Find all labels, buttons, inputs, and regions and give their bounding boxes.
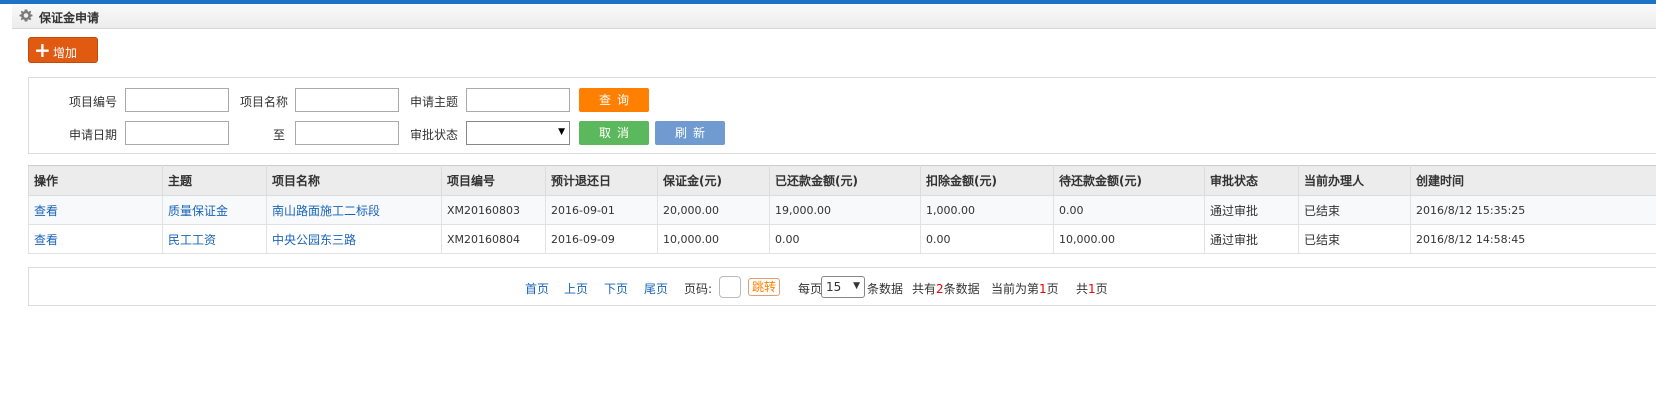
table-header-row: 操作 主题 项目名称 项目编号 预计退还日 保证金(元) 已还款金额(元) 扣除… (28, 165, 1656, 196)
apply-date-to-input[interactable] (295, 121, 399, 145)
created-time-cell: 2016/8/12 14:58:45 (1410, 224, 1656, 254)
column-header: 已还款金额(元) (769, 165, 921, 196)
handler-cell: 已结束 (1298, 224, 1411, 254)
column-header: 待还款金额(元) (1053, 165, 1205, 196)
total-count: 2 (936, 282, 944, 296)
column-header: 预计退还日 (545, 165, 658, 196)
column-header: 当前办理人 (1298, 165, 1411, 196)
next-page-link[interactable]: 下页 (604, 280, 628, 297)
subject-link[interactable]: 民工工资 (162, 224, 267, 254)
column-header: 主题 (162, 165, 267, 196)
apply-date-label: 申请日期 (69, 128, 118, 142)
pagination-bar: 首页 上页 下页 尾页 页码: 跳转 每页 15 ▼ 条数据 共有2条数据 当前… (28, 267, 1656, 306)
pending-cell: 10,000.00 (1053, 224, 1205, 254)
current-page-number: 1 (1039, 282, 1047, 296)
project-name-label: 项目名称 (240, 95, 289, 109)
search-panel: 项目编号 项目名称 申请主题 查询 申请日期 至 审批状态 ▼ 取消 刷新 (28, 77, 1656, 154)
project-code-input[interactable] (125, 88, 229, 112)
add-button[interactable]: + 增加 (28, 37, 98, 63)
created-time-cell: 2016/8/12 15:35:25 (1410, 195, 1656, 225)
current-suffix: 页 (1046, 282, 1059, 296)
pages-prefix: 共 (1076, 282, 1089, 296)
table-row: 查看 民工工资 中央公园东三路 XM20160804 2016-09-09 10… (28, 224, 1656, 254)
current-prefix: 当前为第 (991, 282, 1040, 296)
plus-icon: + (34, 38, 51, 62)
column-header: 扣除金额(元) (920, 165, 1054, 196)
status-cell: 通过审批 (1204, 224, 1299, 254)
query-button[interactable]: 查询 (579, 88, 649, 112)
dropdown-arrow-icon: ▼ (853, 281, 860, 291)
apply-date-from-input[interactable] (125, 121, 229, 145)
repaid-cell: 0.00 (769, 224, 921, 254)
data-table: 操作 主题 项目名称 项目编号 预计退还日 保证金(元) 已还款金额(元) 扣除… (28, 165, 1656, 254)
column-header: 审批状态 (1204, 165, 1299, 196)
total-records: 共有2条数据 (912, 280, 980, 297)
current-page-info: 当前为第1页 (991, 280, 1059, 297)
pages-suffix: 页 (1095, 282, 1108, 296)
deducted-cell: 1,000.00 (920, 195, 1054, 225)
date-range-to-label: 至 (273, 128, 286, 142)
pending-cell: 0.00 (1053, 195, 1205, 225)
total-pages-info: 共1页 (1076, 280, 1108, 297)
page-number-label: 页码: (684, 282, 713, 296)
total-prefix: 共有 (912, 282, 937, 296)
column-header: 操作 (28, 165, 163, 196)
handler-cell: 已结束 (1298, 195, 1411, 225)
subject-label: 申请主题 (410, 95, 459, 109)
jump-button[interactable]: 跳转 (748, 278, 780, 296)
per-page-value: 15 (826, 280, 842, 294)
add-button-label: 增加 (53, 46, 78, 60)
project-code-cell: XM20160804 (441, 224, 546, 254)
deposit-cell: 10,000.00 (657, 224, 770, 254)
project-name-input[interactable] (295, 88, 399, 112)
status-select[interactable]: ▼ (466, 121, 570, 145)
return-date-cell: 2016-09-01 (545, 195, 658, 225)
total-pages-count: 1 (1088, 282, 1096, 296)
per-page-suffix: 条数据 (867, 282, 904, 296)
cancel-button[interactable]: 取消 (579, 121, 649, 145)
project-code-label: 项目编号 (69, 95, 118, 109)
deposit-cell: 20,000.00 (657, 195, 770, 225)
subject-link[interactable]: 质量保证金 (162, 195, 267, 225)
total-suffix: 条数据 (943, 282, 980, 296)
last-page-link[interactable]: 尾页 (644, 280, 668, 297)
subject-input[interactable] (466, 88, 570, 112)
project-name-link[interactable]: 中央公园东三路 (266, 224, 442, 254)
per-page-prefix: 每页 (798, 282, 823, 296)
page-header: 保证金申请 (12, 4, 1656, 29)
dropdown-arrow-icon: ▼ (558, 127, 565, 137)
column-header: 创建时间 (1410, 165, 1656, 196)
page-title: 保证金申请 (39, 11, 100, 25)
project-name-link[interactable]: 南山路面施工二标段 (266, 195, 442, 225)
repaid-cell: 19,000.00 (769, 195, 921, 225)
project-code-cell: XM20160803 (441, 195, 546, 225)
refresh-button[interactable]: 刷新 (655, 121, 725, 145)
column-header: 保证金(元) (657, 165, 770, 196)
table-row: 查看 质量保证金 南山路面施工二标段 XM20160803 2016-09-01… (28, 195, 1656, 225)
per-page-select[interactable]: 15 ▼ (821, 276, 865, 298)
column-header: 项目编号 (441, 165, 546, 196)
status-label: 审批状态 (410, 128, 459, 142)
column-header: 项目名称 (266, 165, 442, 196)
page-number-input[interactable] (719, 276, 741, 298)
view-link[interactable]: 查看 (28, 195, 163, 225)
return-date-cell: 2016-09-09 (545, 224, 658, 254)
status-cell: 通过审批 (1204, 195, 1299, 225)
prev-page-link[interactable]: 上页 (564, 280, 588, 297)
deducted-cell: 0.00 (920, 224, 1054, 254)
first-page-link[interactable]: 首页 (525, 280, 549, 297)
gear-icon (19, 9, 33, 22)
view-link[interactable]: 查看 (28, 224, 163, 254)
